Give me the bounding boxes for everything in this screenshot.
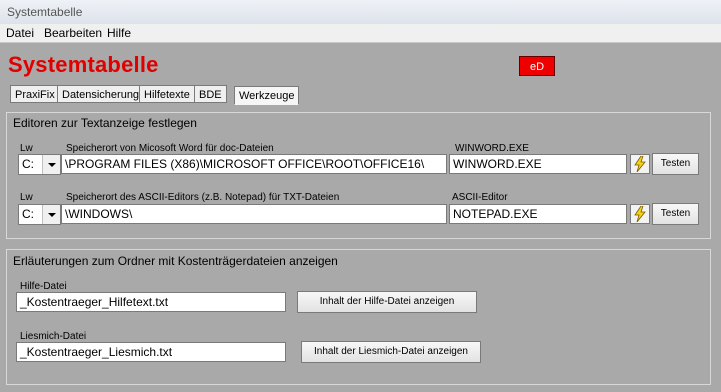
word-exe-input[interactable]: WINWORD.EXE xyxy=(449,154,627,174)
ascii-exe-input[interactable]: NOTEPAD.EXE xyxy=(449,204,627,224)
window-title: Systemtabelle xyxy=(7,5,83,19)
show-hilfe-button[interactable]: Inhalt der Hilfe-Datei anzeigen xyxy=(297,291,477,313)
word-path-input[interactable]: \PROGRAM FILES (X86)\MICROSOFT OFFICE\RO… xyxy=(61,154,447,174)
word-exe-label: WINWORD.EXE xyxy=(455,143,529,154)
ascii-drive-label: Lw xyxy=(20,192,33,203)
ascii-lightning-button[interactable] xyxy=(630,204,650,224)
word-test-button[interactable]: Testen xyxy=(652,153,699,175)
hilfe-file-label: Hilfe-Datei xyxy=(20,281,67,292)
editors-group-title: Editoren zur Textanzeige festlegen xyxy=(13,116,197,130)
lightning-icon xyxy=(634,206,646,222)
tab-bde[interactable]: BDE xyxy=(194,85,227,103)
ed-button[interactable]: eD xyxy=(519,56,555,76)
ascii-path-label: Speicherort des ASCII-Editors (z.B. Note… xyxy=(66,192,340,203)
word-drive-select[interactable]: C: xyxy=(18,154,61,175)
menu-bar: Datei Bearbeiten Hilfe xyxy=(0,24,721,43)
chevron-down-icon[interactable] xyxy=(42,155,60,174)
page-title: Systemtabelle xyxy=(8,52,159,77)
liesmich-file-label: Liesmich-Datei xyxy=(20,331,87,342)
chevron-down-icon[interactable] xyxy=(42,205,60,224)
menu-datei[interactable]: Datei xyxy=(6,26,34,40)
ascii-test-button[interactable]: Testen xyxy=(652,203,699,225)
tab-datensicherung[interactable]: Datensicherung xyxy=(57,85,145,103)
show-liesmich-button[interactable]: Inhalt der Liesmich-Datei anzeigen xyxy=(301,341,481,363)
ascii-drive-value: C: xyxy=(22,207,34,221)
menu-bearbeiten[interactable]: Bearbeiten xyxy=(44,26,102,40)
ascii-drive-select[interactable]: C: xyxy=(18,204,61,225)
hilfe-file-input[interactable]: _Kostentraeger_Hilfetext.txt xyxy=(16,292,286,312)
word-drive-value: C: xyxy=(22,157,34,171)
liesmich-file-input[interactable]: _Kostentraeger_Liesmich.txt xyxy=(16,342,286,362)
word-path-label: Speicherort von Micosoft Word für doc-Da… xyxy=(66,143,274,154)
window-titlebar: Systemtabelle xyxy=(0,0,721,25)
kosten-group xyxy=(6,249,711,385)
ascii-path-input[interactable]: \WINDOWS\ xyxy=(61,204,447,224)
kosten-group-title: Erläuterungen zum Ordner mit Kostenträge… xyxy=(13,254,338,268)
tab-werkzeuge[interactable]: Werkzeuge xyxy=(234,86,300,105)
word-drive-label: Lw xyxy=(20,143,33,154)
tab-praxifix[interactable]: PraxiFix xyxy=(10,85,60,103)
ascii-exe-label: ASCII-Editor xyxy=(452,192,508,203)
menu-hilfe[interactable]: Hilfe xyxy=(107,26,131,40)
word-lightning-button[interactable] xyxy=(630,154,650,174)
tab-hilfetexte[interactable]: Hilfetexte xyxy=(139,85,195,103)
lightning-icon xyxy=(634,156,646,172)
